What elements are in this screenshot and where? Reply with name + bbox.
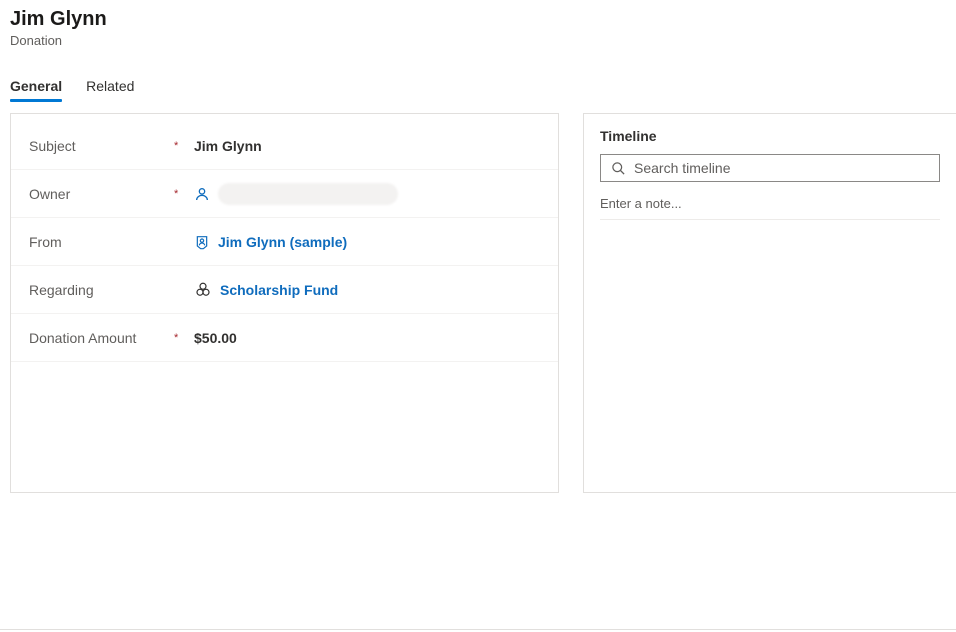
field-label: Regarding (29, 282, 174, 298)
timeline-search[interactable] (600, 154, 940, 182)
required-indicator: * (174, 332, 194, 344)
field-label: From (29, 234, 174, 250)
required-indicator: * (174, 140, 194, 152)
from-link[interactable]: Jim Glynn (sample) (218, 234, 347, 250)
form-panel: Subject * Jim Glynn Owner * From (10, 113, 559, 493)
field-regarding[interactable]: Regarding Scholarship Fund (11, 266, 558, 314)
person-icon (194, 186, 210, 202)
tab-bar: General Related (0, 72, 956, 101)
required-indicator: * (174, 188, 194, 200)
page-title: Jim Glynn (10, 8, 946, 31)
field-value-donation-amount: $50.00 (194, 330, 540, 346)
footer-divider (0, 629, 956, 630)
tab-related[interactable]: Related (86, 72, 134, 100)
note-input[interactable]: Enter a note... (600, 194, 940, 220)
timeline-search-input[interactable] (634, 160, 929, 176)
field-label: Subject (29, 138, 174, 154)
regarding-icon (194, 281, 212, 299)
contact-card-icon (194, 234, 210, 250)
search-icon (611, 161, 626, 176)
field-donation-amount[interactable]: Donation Amount * $50.00 (11, 314, 558, 362)
timeline-title: Timeline (600, 128, 940, 144)
owner-value-redacted (218, 183, 398, 205)
entity-type: Donation (10, 33, 946, 48)
tab-general[interactable]: General (10, 72, 62, 100)
field-owner[interactable]: Owner * (11, 170, 558, 218)
field-subject[interactable]: Subject * Jim Glynn (11, 122, 558, 170)
regarding-link[interactable]: Scholarship Fund (220, 282, 338, 298)
field-label: Donation Amount (29, 330, 174, 346)
field-value-subject: Jim Glynn (194, 138, 540, 154)
timeline-panel: Timeline Enter a note... (583, 113, 956, 493)
field-from[interactable]: From Jim Glynn (sample) (11, 218, 558, 266)
field-label: Owner (29, 186, 174, 202)
